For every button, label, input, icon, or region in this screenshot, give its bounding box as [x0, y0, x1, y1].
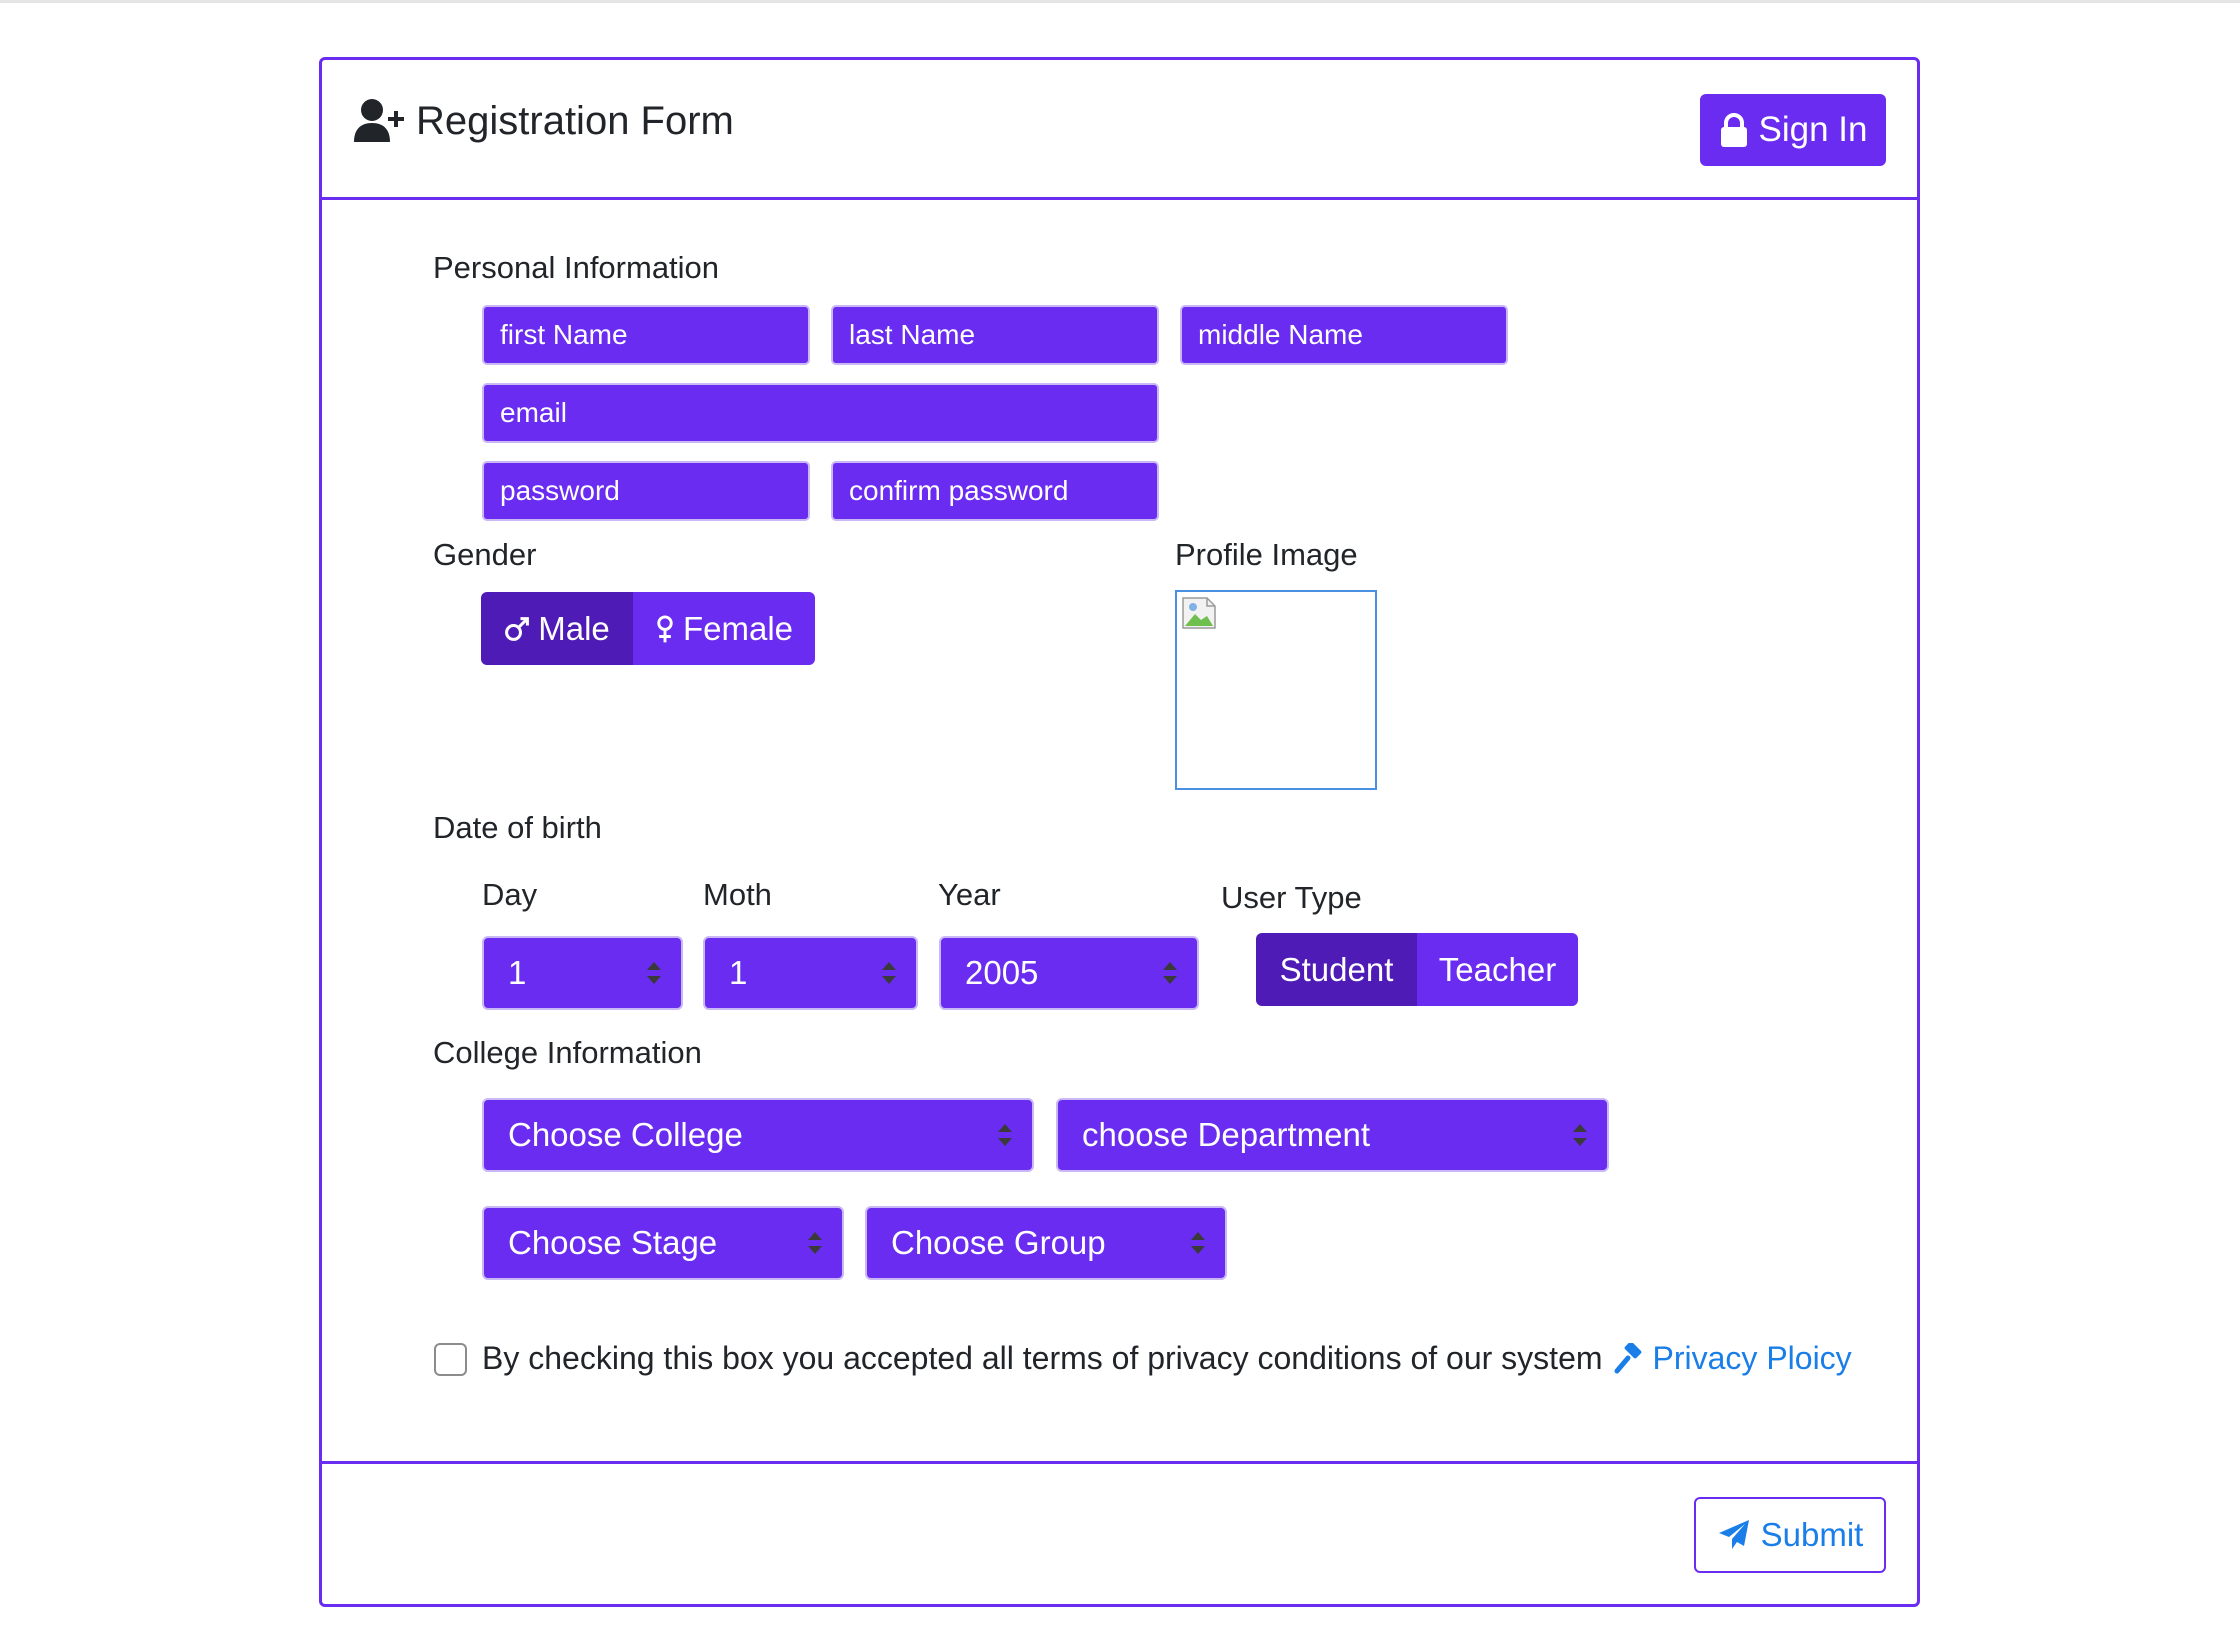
group-select-value: Choose Group	[891, 1224, 1106, 1261]
user-type-student-option[interactable]: Student	[1256, 933, 1417, 1006]
top-divider	[0, 0, 2240, 3]
month-label: Moth	[703, 877, 772, 912]
privacy-policy-label: Privacy Ploicy	[1652, 1340, 1852, 1376]
college-info-label: College Information	[433, 1035, 702, 1070]
stage-select[interactable]: Choose Stage	[482, 1206, 844, 1280]
select-caret-icon	[882, 962, 896, 984]
department-select-value: choose Department	[1082, 1116, 1370, 1153]
gender-label: Gender	[433, 537, 537, 572]
user-type-label: User Type	[1221, 880, 1362, 915]
broken-image-icon	[1182, 597, 1216, 629]
dob-label: Date of birth	[433, 810, 602, 845]
gender-toggle: Male Female	[481, 592, 815, 665]
select-caret-icon	[998, 1124, 1012, 1146]
terms-text: By checking this box you accepted all te…	[482, 1340, 1603, 1376]
select-caret-icon	[808, 1232, 822, 1254]
day-select[interactable]: 1	[482, 936, 683, 1010]
middle-name-input[interactable]: middle Name	[1180, 305, 1508, 365]
male-icon	[505, 616, 530, 641]
privacy-policy-link[interactable]: Privacy Ploicy	[1613, 1340, 1852, 1377]
submit-button[interactable]: Submit	[1694, 1497, 1886, 1573]
day-label: Day	[482, 877, 538, 912]
select-caret-icon	[1573, 1124, 1587, 1146]
select-caret-icon	[1191, 1232, 1205, 1254]
gavel-icon	[1614, 1342, 1641, 1373]
stage-select-value: Choose Stage	[508, 1224, 718, 1261]
profile-image[interactable]	[1175, 590, 1377, 790]
email-input[interactable]: email	[482, 383, 1159, 443]
terms-checkbox[interactable]	[434, 1343, 467, 1376]
profile-image-label: Profile Image	[1175, 537, 1358, 572]
year-label: Year	[938, 877, 1001, 912]
user-plus-icon	[354, 99, 404, 142]
registration-card: Registration Form Sign In Personal Infor…	[319, 57, 1920, 1607]
first-name-input[interactable]: first Name	[482, 305, 810, 365]
college-select[interactable]: Choose College	[482, 1098, 1034, 1172]
personal-info-label: Personal Information	[433, 250, 720, 285]
female-icon	[657, 614, 673, 642]
month-select[interactable]: 1	[703, 936, 918, 1010]
terms-row: By checking this box you accepted all te…	[482, 1340, 1852, 1377]
day-value: 1	[508, 954, 527, 991]
month-value: 1	[729, 954, 748, 991]
page-title-text: Registration Form	[416, 98, 734, 143]
lock-icon	[1720, 113, 1747, 147]
user-type-teacher-option[interactable]: Teacher	[1417, 933, 1578, 1006]
year-select[interactable]: 2005	[939, 936, 1199, 1010]
submit-label: Submit	[1760, 1516, 1864, 1553]
gender-female-label: Female	[682, 609, 794, 647]
gender-male-option[interactable]: Male	[481, 592, 633, 665]
year-value: 2005	[965, 954, 1039, 991]
confirm-password-input[interactable]: confirm password	[831, 461, 1159, 521]
select-caret-icon	[1163, 962, 1177, 984]
password-input[interactable]: password	[482, 461, 810, 521]
college-select-value: Choose College	[508, 1116, 743, 1153]
last-name-input[interactable]: last Name	[831, 305, 1159, 365]
user-type-toggle: Student Teacher	[1256, 933, 1578, 1006]
department-select[interactable]: choose Department	[1056, 1098, 1609, 1172]
card-header: Registration Form Sign In	[322, 60, 1917, 200]
page-title: Registration Form	[354, 98, 734, 144]
sign-in-label: Sign In	[1758, 110, 1868, 149]
paper-plane-icon	[1718, 1520, 1749, 1549]
select-caret-icon	[647, 962, 661, 984]
gender-male-label: Male	[538, 609, 610, 647]
card-footer: Submit	[322, 1461, 1917, 1604]
gender-female-option[interactable]: Female	[633, 592, 815, 665]
group-select[interactable]: Choose Group	[865, 1206, 1227, 1280]
sign-in-button[interactable]: Sign In	[1700, 94, 1886, 166]
